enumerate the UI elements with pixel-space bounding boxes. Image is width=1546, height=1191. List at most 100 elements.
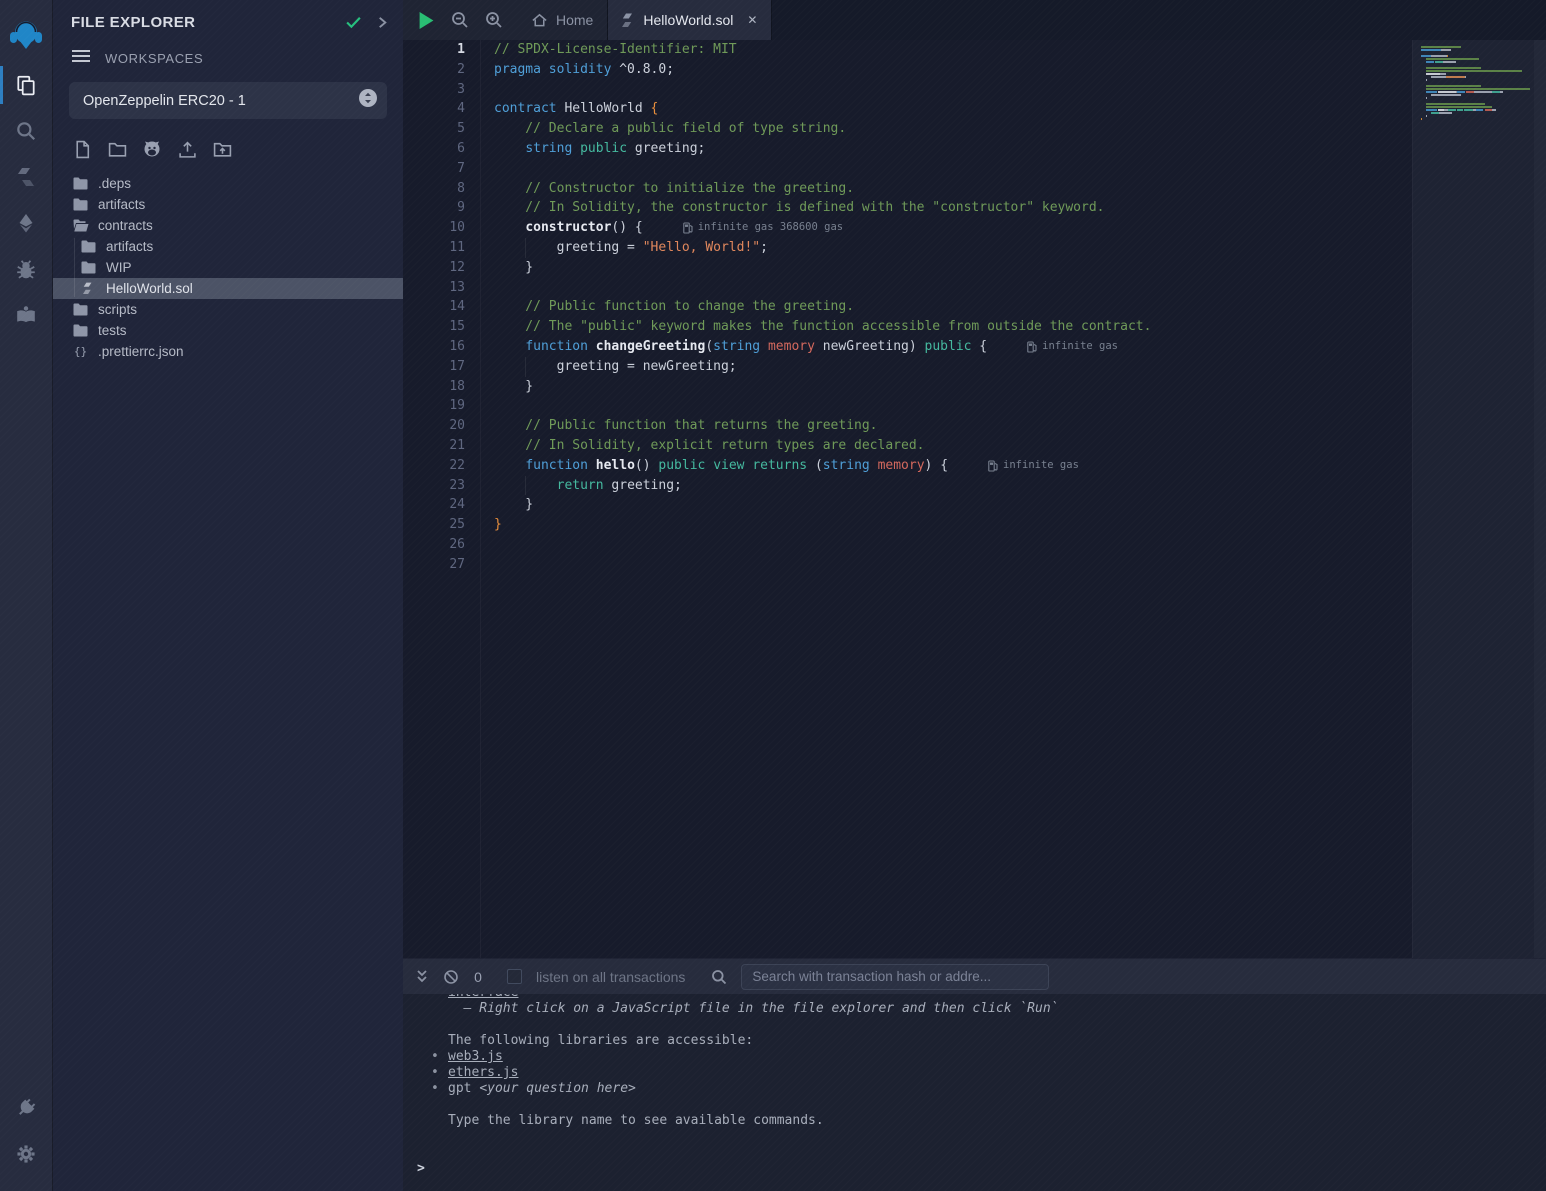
line-number: 26 xyxy=(403,535,480,555)
search-icon xyxy=(711,969,727,985)
folder-open-icon xyxy=(72,218,89,233)
terminal-line: interface xyxy=(448,994,1546,1001)
tree-item-artifacts[interactable]: artifacts xyxy=(53,194,403,215)
sidebar-item-learneth[interactable] xyxy=(0,292,53,338)
tree-item-wip[interactable]: WIP xyxy=(53,257,403,278)
code-line: 6 string public greeting; xyxy=(403,139,1412,159)
workspace-switch-icon[interactable] xyxy=(357,87,379,114)
new-folder-icon[interactable] xyxy=(104,137,130,161)
terminal-line: Type the library name to see available c… xyxy=(448,1113,1546,1129)
github-icon[interactable] xyxy=(139,137,165,161)
code-line: 25} xyxy=(403,515,1412,535)
code-line: 16 function changeGreeting(string memory… xyxy=(403,337,1412,357)
code-line: 14 // Public function to change the gree… xyxy=(403,297,1412,317)
tree-item-contracts[interactable]: contracts xyxy=(53,215,403,236)
terminal-toolbar: 0 listen on all transactions xyxy=(403,959,1546,994)
line-number: 25 xyxy=(403,515,480,535)
upload-file-icon[interactable] xyxy=(174,137,200,161)
check-icon[interactable] xyxy=(345,15,362,30)
clear-console-icon[interactable] xyxy=(443,969,459,985)
terminal-link[interactable]: interface xyxy=(448,994,518,1000)
line-number: 1 xyxy=(403,40,480,60)
upload-folder-icon[interactable] xyxy=(209,137,235,161)
code-line: 23 return greeting; xyxy=(403,476,1412,496)
tree-item-helloworld-sol[interactable]: HelloWorld.sol xyxy=(53,278,403,299)
terminal-output[interactable]: interface – Right click on a JavaScript … xyxy=(403,994,1546,1191)
listen-transactions-checkbox[interactable] xyxy=(507,969,522,984)
code-line: 26 xyxy=(403,535,1412,555)
code-line: 11 greeting = "Hello, World!"; xyxy=(403,238,1412,258)
tree-item--deps[interactable]: .deps xyxy=(53,173,403,194)
sidebar-item-deploy-run[interactable] xyxy=(0,200,53,246)
file-explorer-panel: FILE EXPLORER WORKSPACES OpenZeppelin ER… xyxy=(53,0,403,1191)
code-line: 24 } xyxy=(403,495,1412,515)
sidebar-item-file-explorer[interactable] xyxy=(0,62,53,108)
sidebar-item-debugger[interactable] xyxy=(0,246,53,292)
listen-transactions-label: listen on all transactions xyxy=(536,969,685,985)
tree-item-label: contracts xyxy=(98,218,153,233)
line-number: 17 xyxy=(403,357,480,377)
sidebar-item-plugin-manager[interactable] xyxy=(0,1085,53,1131)
collapse-panel-chevron-icon[interactable] xyxy=(376,15,389,30)
solidity-icon xyxy=(80,281,97,296)
collapse-terminal-icon[interactable] xyxy=(415,969,429,984)
gas-estimate-badge: infinite gas 368600 gas xyxy=(683,218,843,238)
terminal-lines: interface – Right click on a JavaScript … xyxy=(448,994,1546,1161)
folder-icon xyxy=(72,197,89,212)
new-file-icon[interactable] xyxy=(69,137,95,161)
tree-item-scripts[interactable]: scripts xyxy=(53,299,403,320)
indent-guide xyxy=(525,476,526,496)
code-line: 12 } xyxy=(403,258,1412,278)
code-line: 15 // The "public" keyword makes the fun… xyxy=(403,317,1412,337)
main-area: Home HelloWorld.sol ✕ 1// SPDX-License-I… xyxy=(403,0,1546,1191)
line-number: 10 xyxy=(403,218,480,238)
sidebar-item-solidity-compiler[interactable] xyxy=(0,154,53,200)
indent-guide xyxy=(525,357,526,377)
line-number: 5 xyxy=(403,119,480,139)
remix-logo-icon[interactable] xyxy=(0,10,53,62)
run-script-button[interactable] xyxy=(409,0,443,40)
terminal-link[interactable]: web3.js xyxy=(448,1049,503,1064)
tab-helloworld-sol[interactable]: HelloWorld.sol ✕ xyxy=(608,0,772,40)
workspaces-menu-icon[interactable] xyxy=(71,49,91,68)
minimap[interactable] xyxy=(1412,40,1534,958)
editor-scrollbar[interactable] xyxy=(1534,40,1546,958)
gas-estimate-badge: infinite gas xyxy=(988,456,1079,476)
line-number: 7 xyxy=(403,159,480,179)
settings-gear-icon[interactable] xyxy=(0,1131,53,1177)
line-number: 4 xyxy=(403,99,480,119)
line-number: 8 xyxy=(403,179,480,199)
page-title: FILE EXPLORER xyxy=(71,14,331,31)
terminal-link[interactable]: ethers.js xyxy=(448,1065,518,1080)
terminal-line: – Right click on a JavaScript file in th… xyxy=(448,1001,1546,1017)
tree-indent-guide xyxy=(74,238,75,297)
tree-item-label: scripts xyxy=(98,302,137,317)
tab-home[interactable]: Home xyxy=(517,0,608,40)
terminal-line xyxy=(448,1129,1546,1145)
line-number: 19 xyxy=(403,396,480,416)
folder-icon xyxy=(80,260,97,275)
line-number: 22 xyxy=(403,456,480,476)
tree-item--prettierrc-json[interactable]: {}.prettierrc.json xyxy=(53,341,403,362)
tree-item-artifacts[interactable]: artifacts xyxy=(53,236,403,257)
tab-bar-filler xyxy=(772,0,1546,40)
code-line: 2pragma solidity ^0.8.0; xyxy=(403,60,1412,80)
zoom-in-icon[interactable] xyxy=(477,0,511,40)
remix-ide-window: FILE EXPLORER WORKSPACES OpenZeppelin ER… xyxy=(0,0,1546,1191)
solidity-file-icon xyxy=(622,13,635,28)
code-line: 17 greeting = newGreeting; xyxy=(403,357,1412,377)
code-line: 22 function hello() public view returns … xyxy=(403,456,1412,476)
terminal-line xyxy=(448,1145,1546,1161)
code-editor[interactable]: 1// SPDX-License-Identifier: MIT2pragma … xyxy=(403,40,1546,958)
sidebar-item-search[interactable] xyxy=(0,108,53,154)
code-line: 18 } xyxy=(403,377,1412,397)
indent-guide xyxy=(525,238,526,258)
code-line: 10 constructor() {infinite gas 368600 ga… xyxy=(403,218,1412,238)
zoom-out-icon[interactable] xyxy=(443,0,477,40)
workspace-select[interactable]: OpenZeppelin ERC20 - 1 xyxy=(69,82,387,119)
terminal-prompt[interactable]: > xyxy=(417,1161,1546,1177)
folder-icon xyxy=(80,239,97,254)
terminal-search-input[interactable] xyxy=(741,964,1049,990)
tree-item-tests[interactable]: tests xyxy=(53,320,403,341)
close-tab-icon[interactable]: ✕ xyxy=(747,13,757,27)
